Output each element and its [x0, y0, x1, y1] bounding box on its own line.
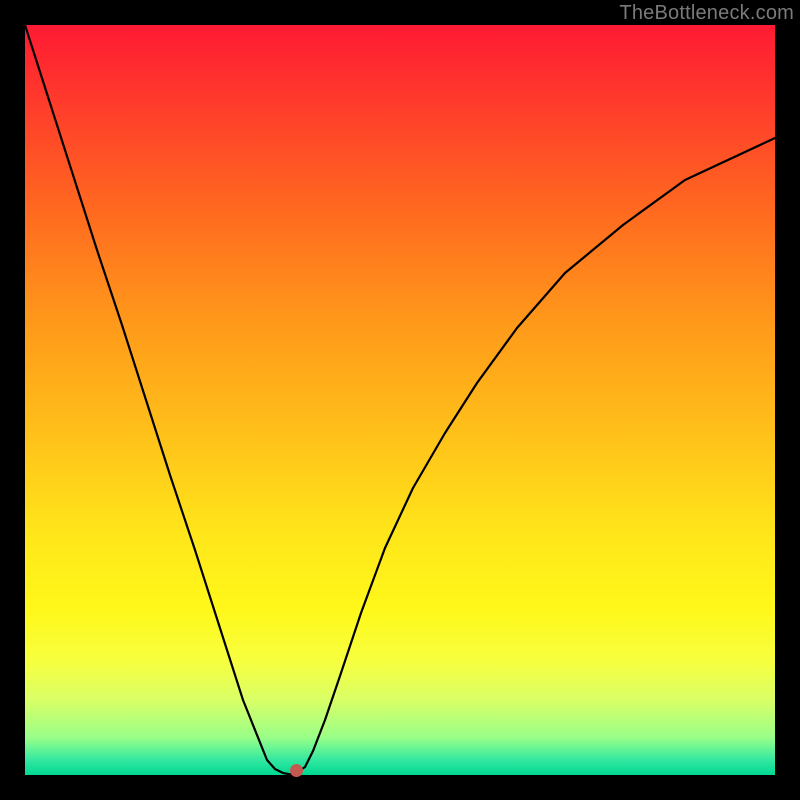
watermark-text: TheBottleneck.com	[619, 2, 794, 25]
curve-layer	[25, 25, 775, 775]
optimal-point-marker	[290, 764, 303, 777]
chart-frame: TheBottleneck.com	[0, 0, 800, 800]
curve-path	[25, 25, 775, 775]
